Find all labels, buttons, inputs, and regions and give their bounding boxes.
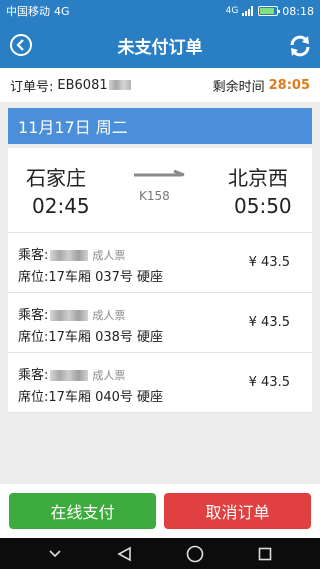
cancel-order-button[interactable]: 取消订单 bbox=[164, 493, 311, 529]
seat-info: 17车厢 040号 硬座 bbox=[48, 390, 164, 405]
arrival-station: 北京西 bbox=[228, 166, 288, 190]
order-number: EB6081 bbox=[57, 77, 108, 93]
seat-line: 席位:17车厢 040号 硬座 bbox=[18, 386, 163, 405]
network-type: 4G bbox=[54, 4, 70, 18]
battery-icon bbox=[258, 6, 281, 16]
seat-line: 席位:17车厢 038号 硬座 bbox=[18, 326, 163, 345]
refresh-button[interactable] bbox=[288, 34, 312, 58]
triangle-back-icon bbox=[117, 546, 131, 561]
sys-home-button[interactable] bbox=[180, 542, 210, 566]
passenger-label: 乘客: bbox=[18, 248, 49, 263]
seat-label: 席位: bbox=[18, 330, 49, 345]
circle-home-icon bbox=[186, 545, 204, 562]
passenger-line: 乘客: 成人票 bbox=[18, 364, 125, 383]
passenger-label: 乘客: bbox=[18, 308, 49, 323]
departure-time: 02:45 bbox=[32, 194, 90, 218]
passenger-row[interactable]: 乘客: 成人票 席位:17车厢 037号 硬座 ¥ 43.5 bbox=[8, 233, 312, 293]
status-bar: 中国移动 4G 4G 08:18 bbox=[0, 0, 320, 22]
seat-line: 席位:17车厢 037号 硬座 bbox=[18, 266, 163, 285]
seat-label: 席位: bbox=[18, 390, 49, 405]
ticket-price: ¥ 43.5 bbox=[248, 315, 290, 330]
ticket-price: ¥ 43.5 bbox=[248, 255, 290, 270]
ticket-type: 成人票 bbox=[92, 249, 126, 262]
passenger-line: 乘客: 成人票 bbox=[18, 244, 125, 263]
nav-bar: 未支付订单 bbox=[0, 22, 320, 68]
action-bar: 在线支付 取消订单 bbox=[0, 484, 320, 538]
order-number-mask bbox=[108, 80, 131, 90]
ticket-type: 成人票 bbox=[92, 369, 126, 382]
passenger-label: 乘客: bbox=[18, 368, 49, 383]
passenger-list: 乘客: 成人票 席位:17车厢 037号 硬座 ¥ 43.5 乘客: 成人票 席位:… bbox=[8, 232, 312, 413]
back-button[interactable] bbox=[10, 34, 32, 56]
chevron-down-icon bbox=[49, 549, 61, 557]
train-number: K158 bbox=[139, 189, 170, 203]
departure-station: 石家庄 bbox=[26, 166, 86, 190]
travel-date: 11月17日 周二 bbox=[18, 118, 128, 137]
remaining-time-label: 剩余时间 bbox=[212, 79, 265, 95]
passenger-row[interactable]: 乘客: 成人票 席位:17车厢 040号 硬座 ¥ 43.5 bbox=[8, 353, 312, 413]
order-number-label: 订单号: bbox=[10, 79, 54, 95]
status-bar-right: 4G 08:18 bbox=[226, 5, 314, 18]
right-arrow-icon bbox=[134, 170, 185, 177]
back-arrow-circle-icon bbox=[16, 39, 24, 51]
carrier-name: 中国移动 bbox=[6, 5, 50, 18]
signal-icon bbox=[242, 6, 254, 16]
sys-back-button[interactable] bbox=[110, 542, 140, 566]
seat-info: 17车厢 037号 硬座 bbox=[48, 270, 164, 285]
refresh-icon bbox=[290, 35, 310, 57]
trip-card: 石家庄 02:45 K158 北京西 05:50 bbox=[8, 148, 312, 232]
sys-down-button[interactable] bbox=[40, 542, 70, 566]
pay-online-button[interactable]: 在线支付 bbox=[9, 493, 156, 529]
clock: 08:18 bbox=[282, 4, 314, 18]
order-info-bar: 订单号: EB6081 剩余时间 28:05 bbox=[0, 68, 320, 102]
seat-label: 席位: bbox=[18, 270, 49, 285]
sys-recent-button[interactable] bbox=[250, 542, 280, 566]
signal-badge: 4G bbox=[225, 6, 239, 16]
ticket-price: ¥ 43.5 bbox=[248, 375, 290, 390]
passenger-name-mask bbox=[50, 250, 89, 261]
passenger-name-mask bbox=[50, 370, 89, 381]
travel-date-bar: 11月17日 周二 bbox=[8, 108, 312, 144]
ticket-type: 成人票 bbox=[92, 309, 126, 322]
countdown-timer: 28:05 bbox=[268, 77, 310, 93]
system-nav-bar bbox=[0, 538, 320, 569]
passenger-row[interactable]: 乘客: 成人票 席位:17车厢 038号 硬座 ¥ 43.5 bbox=[8, 293, 312, 353]
seat-info: 17车厢 038号 硬座 bbox=[48, 330, 164, 345]
square-recent-icon bbox=[258, 547, 272, 560]
arrival-time: 05:50 bbox=[234, 194, 292, 218]
passenger-name-mask bbox=[50, 310, 89, 321]
passenger-line: 乘客: 成人票 bbox=[18, 304, 125, 323]
page-title: 未支付订单 bbox=[117, 37, 203, 58]
